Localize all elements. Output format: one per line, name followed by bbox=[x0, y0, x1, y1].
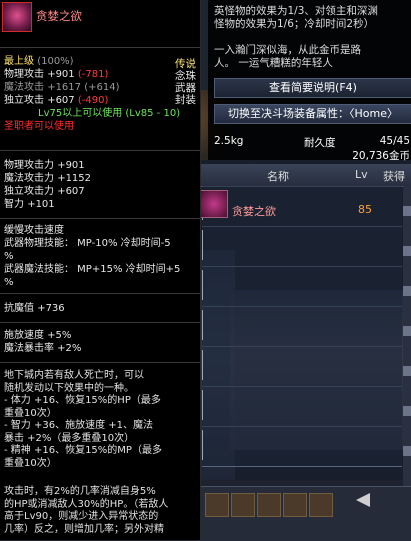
col-lv[interactable]: Lv bbox=[355, 168, 368, 181]
view-summary-button[interactable]: 查看简要说明(F4) bbox=[214, 78, 411, 98]
item-durability: 2.5kg 耐久度 45/45 20,736金币 bbox=[214, 132, 410, 162]
list-row[interactable] bbox=[202, 266, 402, 307]
compare-stat: 独立攻击 +607 (-490) bbox=[4, 95, 109, 106]
stat-line: 智力 +101 bbox=[4, 199, 55, 210]
item-category: 传说 念珠 武器 封装 bbox=[175, 58, 196, 106]
list-item-name[interactable]: 贪婪之欲 bbox=[232, 203, 276, 219]
list-row[interactable] bbox=[202, 306, 402, 347]
item-description-2: 攻击时，有2%的几率消减自身5% 的HP或消减敌人30%的HP。（若敌人 高于L… bbox=[4, 486, 169, 535]
item-name: 贪婪之欲 bbox=[36, 9, 82, 23]
effect-line: % bbox=[4, 277, 14, 288]
tip2-line: 怪物的效果为1/6；冷却时间2秒） bbox=[214, 18, 375, 30]
compare-stat: 魔法攻击 +1617 (+614) bbox=[4, 82, 120, 93]
list-row[interactable] bbox=[202, 226, 402, 267]
level-requirement: Lv75以上可以使用 (Lv85 - 10) bbox=[38, 108, 181, 119]
col-name[interactable]: 名称 bbox=[267, 168, 289, 184]
class-requirement: 圣职者可以使用 bbox=[4, 121, 74, 132]
durability-value: 45/45 bbox=[379, 135, 410, 147]
item-weight: 2.5kg bbox=[214, 135, 244, 147]
item-description-1: 地下城内若有敌人死亡时，可以 随机发动以下效果中的一种。 - 体力 +16、恢复… bbox=[4, 370, 162, 469]
effect-line: 武器魔法技能： MP+15% 冷却时间+5 bbox=[4, 264, 181, 275]
toolbar-slot[interactable] bbox=[309, 493, 333, 517]
list-item-icon[interactable] bbox=[200, 190, 228, 218]
list-header: 名称 Lv 获得 bbox=[199, 164, 411, 187]
switch-pvp-stats-button[interactable]: 切换至决斗场装备属性：〈Home〉 bbox=[214, 104, 411, 124]
list-scrollbar[interactable] bbox=[403, 186, 411, 486]
toolbar-slot[interactable] bbox=[283, 493, 307, 517]
speed-line: 施放速度 +5% bbox=[4, 330, 72, 341]
effect-line: 缓慢攻击速度 bbox=[4, 225, 64, 236]
toolbar-slot[interactable] bbox=[257, 493, 281, 517]
list-row[interactable] bbox=[202, 426, 402, 467]
bottom-toolbar bbox=[197, 486, 411, 541]
toolbar-slot[interactable] bbox=[205, 493, 229, 517]
stat-line: 魔法攻击力 +1152 bbox=[4, 173, 92, 184]
item-icon bbox=[2, 2, 32, 32]
item-price: 20,736金币 bbox=[352, 150, 410, 162]
magic-resist: 抗魔值 +736 bbox=[4, 303, 65, 314]
item-rarity: 最上级 (100%) bbox=[4, 56, 74, 67]
page-prev-arrow-icon[interactable] bbox=[352, 490, 374, 510]
effect-line: % bbox=[4, 251, 14, 262]
col-get[interactable]: 获得 bbox=[383, 168, 405, 184]
list-row[interactable] bbox=[202, 386, 402, 427]
effect-line: 武器物理技能： MP-10% 冷却时间-5 bbox=[4, 238, 171, 249]
compare-stat: 物理攻击 +901 (-781) bbox=[4, 69, 109, 80]
item-tooltip: 贪婪之欲 最上级 (100%) 物理攻击 +901 (-781) 魔法攻击 +1… bbox=[0, 0, 201, 540]
list-item-level: 85 bbox=[358, 203, 372, 216]
speed-line: 魔法暴击率 +2% bbox=[4, 343, 82, 354]
tip2-line: 人。 一运气糟糕的年轻人 bbox=[214, 57, 333, 69]
stat-line: 独立攻击力 +607 bbox=[4, 186, 85, 197]
durability-label: 耐久度 bbox=[304, 137, 336, 149]
list-row[interactable] bbox=[202, 346, 402, 387]
toolbar-slot[interactable] bbox=[231, 493, 255, 517]
stat-line: 物理攻击力 +901 bbox=[4, 160, 85, 171]
